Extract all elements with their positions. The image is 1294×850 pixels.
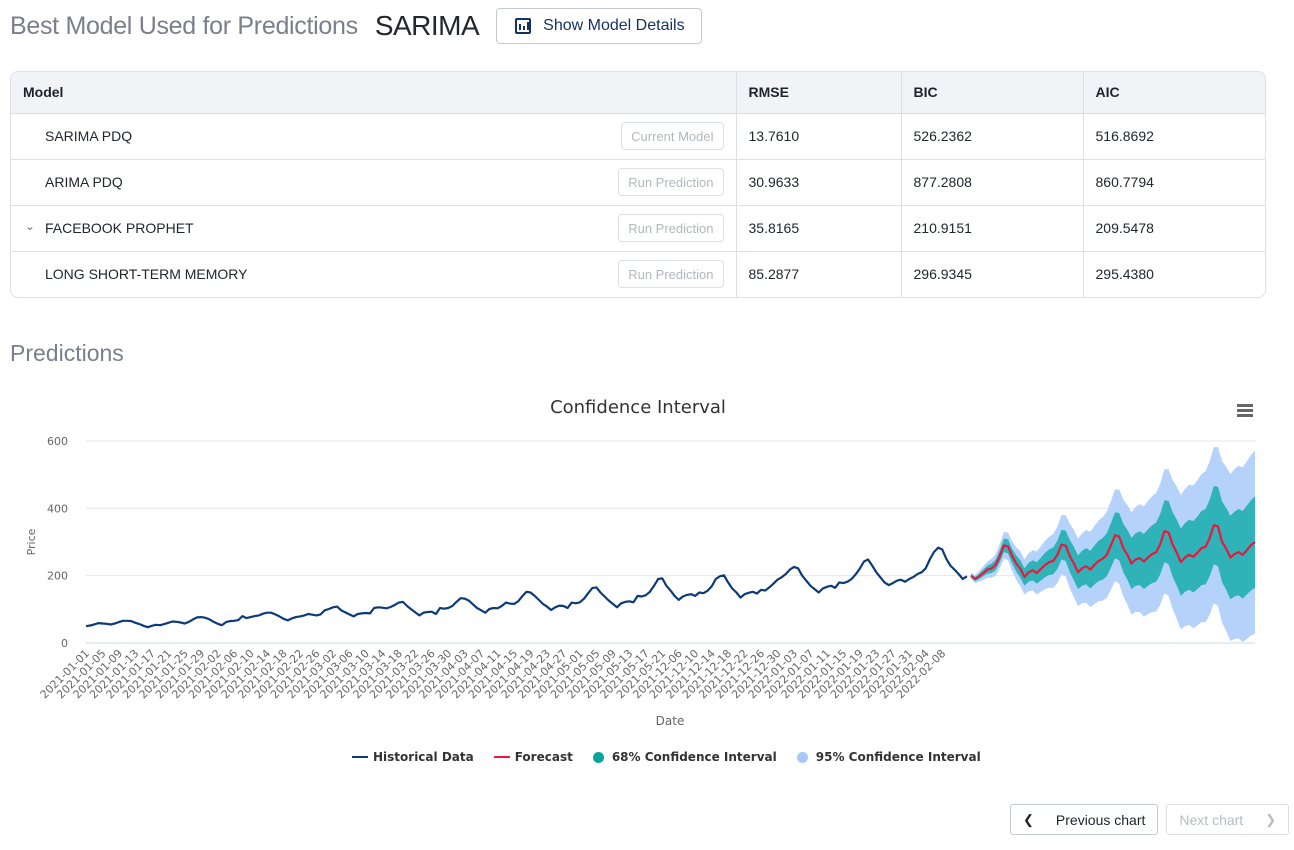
aic-cell: 516.8692 bbox=[1082, 113, 1265, 160]
table-row: SARIMA PDQ Current Model 13.7610 526.236… bbox=[11, 113, 1265, 160]
legend-dot-ci95 bbox=[796, 751, 808, 763]
y-tick-label: 400 bbox=[47, 502, 68, 515]
chart-menu-icon[interactable] bbox=[1237, 404, 1253, 417]
legend-item-ci68[interactable]: 68% Confidence Interval bbox=[592, 750, 777, 764]
previous-chart-button[interactable]: ❮ Previous chart bbox=[1010, 804, 1159, 835]
show-model-details-button[interactable]: Show Model Details bbox=[496, 8, 702, 44]
column-header-bic: BIC bbox=[900, 72, 1083, 114]
x-axis-label: Date bbox=[656, 714, 685, 728]
model-cell: ARIMA PDQ Run Prediction bbox=[11, 159, 736, 206]
chevron-right-icon: ❯ bbox=[1265, 811, 1277, 827]
predictions-heading: Predictions bbox=[10, 340, 124, 366]
y-axis-label: Price bbox=[25, 528, 38, 555]
confidence-interval-chart: Confidence Interval0200400600Price2021-0… bbox=[25, 397, 1256, 728]
run-prediction-button[interactable]: Run Prediction bbox=[618, 168, 724, 196]
bic-cell: 526.2362 bbox=[900, 113, 1083, 160]
show-model-details-label: Show Model Details bbox=[543, 17, 685, 34]
chevron-left-icon: ❮ bbox=[1023, 811, 1034, 827]
legend-label: 68% Confidence Interval bbox=[611, 750, 777, 764]
model-cell: ⌄ FACEBOOK PROPHET Run Prediction bbox=[11, 205, 736, 252]
legend-item-forecast[interactable]: Forecast bbox=[493, 750, 573, 764]
column-header-model: Model bbox=[11, 72, 736, 114]
chevron-down-icon[interactable]: ⌄ bbox=[25, 219, 35, 233]
model-label: FACEBOOK PROPHET bbox=[45, 220, 194, 236]
y-tick-label: 0 bbox=[61, 637, 68, 650]
model-cell: SARIMA PDQ Current Model bbox=[11, 113, 736, 160]
model-cell: LONG SHORT-TERM MEMORY Run Prediction bbox=[11, 251, 736, 297]
bic-cell: 210.9151 bbox=[900, 205, 1083, 252]
previous-chart-label: Previous chart bbox=[1055, 811, 1146, 828]
legend-item-ci95[interactable]: 95% Confidence Interval bbox=[796, 750, 981, 764]
page-subtitle: Best Model Used for Predictions bbox=[10, 11, 358, 40]
bic-cell: 877.2808 bbox=[900, 159, 1083, 206]
model-label: ARIMA PDQ bbox=[45, 174, 123, 190]
table-row: LONG SHORT-TERM MEMORY Run Prediction 85… bbox=[11, 251, 1265, 297]
legend-line-forecast bbox=[493, 756, 510, 758]
legend-label: Historical Data bbox=[373, 750, 474, 764]
rmse-cell: 85.2877 bbox=[735, 251, 901, 297]
current-model-button[interactable]: Current Model bbox=[621, 122, 724, 150]
page-header: Best Model Used for Predictions SARIMA S… bbox=[10, 8, 702, 44]
table-header-row: Model RMSE BIC AIC bbox=[11, 72, 1265, 114]
aic-cell: 860.7794 bbox=[1082, 159, 1265, 206]
model-label: LONG SHORT-TERM MEMORY bbox=[45, 266, 248, 283]
rmse-cell: 13.7610 bbox=[735, 113, 901, 160]
chart-title: Confidence Interval bbox=[550, 397, 726, 418]
run-prediction-button[interactable]: Run Prediction bbox=[618, 260, 724, 289]
bar-chart-icon bbox=[515, 18, 532, 34]
model-name: LONG SHORT-TERM MEMORY bbox=[23, 266, 248, 282]
legend-label: Forecast bbox=[514, 750, 573, 764]
rmse-cell: 30.9633 bbox=[735, 159, 901, 206]
aic-cell: 209.5478 bbox=[1082, 205, 1265, 252]
model-comparison-table: Model RMSE BIC AIC SARIMA PDQ Current Mo… bbox=[10, 71, 1266, 298]
legend-dot-ci68 bbox=[592, 751, 604, 763]
legend-line-historical bbox=[352, 756, 368, 758]
column-header-rmse: RMSE bbox=[735, 72, 901, 114]
table-row: ARIMA PDQ Run Prediction 30.9633 877.280… bbox=[11, 159, 1265, 206]
next-chart-label: Next chart bbox=[1179, 811, 1244, 828]
table-row: ⌄ FACEBOOK PROPHET Run Prediction 35.816… bbox=[11, 205, 1265, 252]
bic-cell: 296.9345 bbox=[900, 251, 1083, 297]
next-chart-button[interactable]: Next chart ❯ bbox=[1166, 804, 1290, 835]
model-name: ARIMA PDQ bbox=[23, 174, 123, 190]
historical-data-line bbox=[85, 546, 968, 629]
legend-item-historical[interactable]: Historical Data bbox=[352, 750, 474, 764]
rmse-cell: 35.8165 bbox=[735, 205, 901, 252]
model-name: ⌄ FACEBOOK PROPHET bbox=[23, 219, 194, 236]
y-tick-label: 200 bbox=[47, 570, 68, 583]
aic-cell: 295.4380 bbox=[1082, 251, 1265, 297]
chart-legend: Historical Data Forecast 68% Confidence … bbox=[352, 750, 1001, 764]
column-header-aic: AIC bbox=[1082, 72, 1265, 114]
model-label: SARIMA PDQ bbox=[45, 128, 133, 144]
run-prediction-button[interactable]: Run Prediction bbox=[618, 214, 724, 242]
model-name: SARIMA PDQ bbox=[23, 128, 132, 144]
best-model-name: SARIMA bbox=[374, 10, 480, 41]
chart-navigation: ❮ Previous chart Next chart ❯ bbox=[1010, 804, 1290, 835]
legend-label: 95% Confidence Interval bbox=[815, 750, 981, 764]
y-tick-label: 600 bbox=[47, 435, 68, 448]
